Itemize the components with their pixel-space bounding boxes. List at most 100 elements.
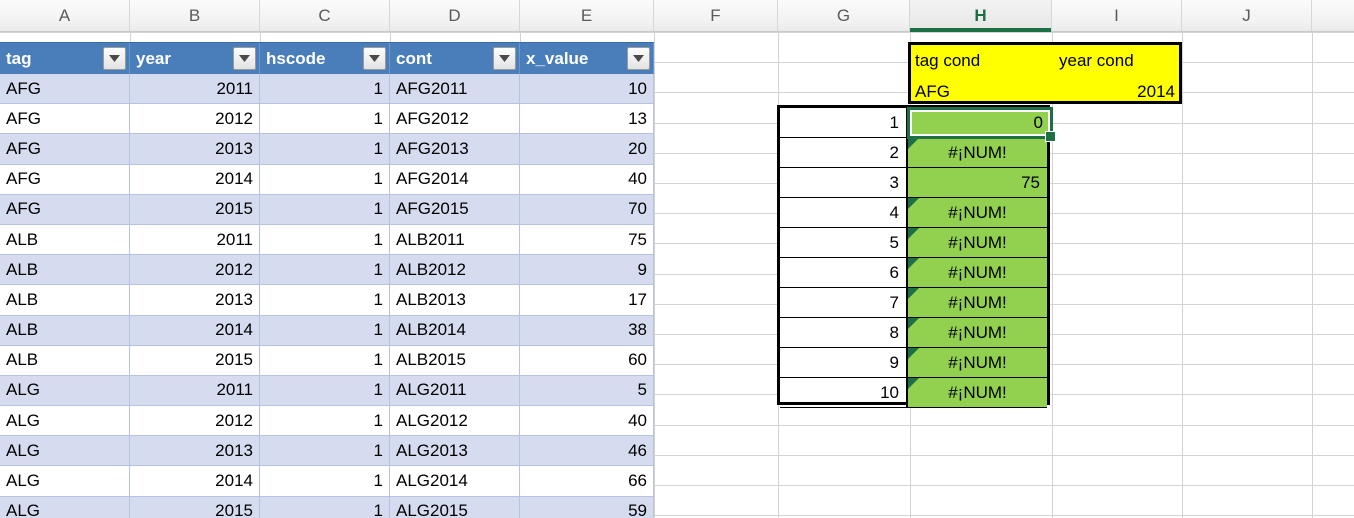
cell-hscode[interactable]: 1 [260, 406, 390, 437]
table-row[interactable]: ALB 2011 1 ALB2011 75 [0, 224, 654, 256]
cell-hscode[interactable]: 1 [260, 436, 390, 467]
cell-year[interactable]: 2013 [130, 285, 260, 316]
cell-hscode[interactable]: 1 [260, 224, 390, 256]
cell-year[interactable]: 2013 [130, 436, 260, 467]
table-row[interactable]: ALG 2014 1 ALG2014 66 [0, 466, 654, 497]
cell-hscode[interactable]: 1 [260, 345, 390, 376]
column-header-i[interactable]: I [1052, 0, 1182, 31]
calc-result-cell-error[interactable]: #¡NUM! [908, 228, 1047, 258]
column-header-j[interactable]: J [1182, 0, 1312, 31]
cell-x_value[interactable]: 60 [520, 345, 654, 376]
cell-tag[interactable]: ALG [0, 375, 130, 407]
column-header-g[interactable]: G [778, 0, 910, 31]
column-header-e[interactable]: E [520, 0, 654, 31]
cell-tag[interactable]: ALG [0, 406, 130, 437]
table-row[interactable]: AFG 2012 1 AFG2012 13 [0, 104, 654, 135]
cell-year[interactable]: 2012 [130, 406, 260, 437]
cell-year[interactable]: 2011 [130, 224, 260, 256]
cell-year[interactable]: 2013 [130, 134, 260, 165]
cell-cont[interactable]: ALG2011 [390, 375, 520, 407]
cell-year[interactable]: 2014 [130, 164, 260, 195]
cell-tag[interactable]: ALB [0, 345, 130, 376]
cell-x_value[interactable]: 40 [520, 164, 654, 195]
filter-dropdown-icon[interactable] [233, 47, 256, 70]
cell-tag[interactable]: ALG [0, 466, 130, 497]
cell-year[interactable]: 2012 [130, 255, 260, 286]
cell-year[interactable]: 2014 [130, 466, 260, 497]
table-row[interactable]: ALG 2011 1 ALG2011 5 [0, 375, 654, 407]
condition-block[interactable]: tag cond year cond AFG 2014 [908, 42, 1182, 104]
table-row[interactable]: ALB 2012 1 ALB2012 9 [0, 255, 654, 286]
cell-year[interactable]: 2012 [130, 104, 260, 135]
cell-cont[interactable]: ALB2015 [390, 345, 520, 376]
cell-tag[interactable]: ALB [0, 315, 130, 346]
table-row[interactable]: AFG 2013 1 AFG2013 20 [0, 134, 654, 165]
cell-x_value[interactable]: 13 [520, 104, 654, 135]
filter-dropdown-icon[interactable] [363, 47, 386, 70]
calc-index-cell[interactable]: 5 [780, 228, 908, 258]
cell-cont[interactable]: ALG2014 [390, 466, 520, 497]
cell-tag[interactable]: AFG [0, 104, 130, 135]
calc-result-cell-error[interactable]: #¡NUM! [908, 138, 1047, 168]
cell-x_value[interactable]: 9 [520, 255, 654, 286]
cell-x_value[interactable]: 70 [520, 194, 654, 225]
cell-tag[interactable]: ALG [0, 496, 130, 518]
filter-dropdown-icon[interactable] [627, 47, 650, 70]
cell-cont[interactable]: AFG2011 [390, 74, 520, 105]
filter-dropdown-icon[interactable] [103, 47, 126, 70]
cell-year[interactable]: 2015 [130, 345, 260, 376]
cell-tag[interactable]: AFG [0, 164, 130, 195]
cell-cont[interactable]: ALB2014 [390, 315, 520, 346]
calc-result-cell-error[interactable]: #¡NUM! [908, 348, 1047, 378]
cell-tag[interactable]: ALB [0, 224, 130, 256]
calc-result-cell[interactable]: 75 [908, 168, 1047, 198]
cell-hscode[interactable]: 1 [260, 496, 390, 518]
calc-result-cell-error[interactable]: #¡NUM! [908, 198, 1047, 228]
calc-index-cell[interactable]: 3 [780, 168, 908, 198]
cell-tag[interactable]: AFG [0, 134, 130, 165]
table-row[interactable]: ALG 2015 1 ALG2015 59 [0, 496, 654, 518]
cell-year[interactable]: 2014 [130, 315, 260, 346]
cell-tag[interactable]: AFG [0, 194, 130, 225]
cell-cont[interactable]: ALB2011 [390, 224, 520, 256]
year-cond-value[interactable]: 2014 [1055, 76, 1179, 107]
calc-index-cell[interactable]: 7 [780, 288, 908, 318]
cell-cont[interactable]: ALG2015 [390, 496, 520, 518]
calc-index-cell[interactable]: 9 [780, 348, 908, 378]
cell-hscode[interactable]: 1 [260, 194, 390, 225]
calc-index-cell[interactable]: 6 [780, 258, 908, 288]
cell-tag[interactable]: ALG [0, 436, 130, 467]
cell-cont[interactable]: AFG2013 [390, 134, 520, 165]
column-header-b[interactable]: B [130, 0, 260, 31]
table-row[interactable]: ALG 2012 1 ALG2012 40 [0, 406, 654, 437]
column-header-d[interactable]: D [390, 0, 520, 31]
cell-x_value[interactable]: 46 [520, 436, 654, 467]
cell-year[interactable]: 2015 [130, 194, 260, 225]
filter-dropdown-icon[interactable] [493, 47, 516, 70]
cell-cont[interactable]: ALG2012 [390, 406, 520, 437]
calc-index-cell[interactable]: 4 [780, 198, 908, 228]
table-row[interactable]: AFG 2015 1 AFG2015 70 [0, 194, 654, 225]
cell-year[interactable]: 2015 [130, 496, 260, 518]
cell-x_value[interactable]: 5 [520, 375, 654, 407]
column-header-f[interactable]: F [654, 0, 778, 31]
table-row[interactable]: ALB 2014 1 ALB2014 38 [0, 315, 654, 346]
selected-cell[interactable]: 0 [907, 107, 1056, 142]
cell-x_value[interactable]: 59 [520, 496, 654, 518]
calc-index-cell[interactable]: 8 [780, 318, 908, 348]
cell-tag[interactable]: ALB [0, 255, 130, 286]
table-row[interactable]: AFG 2014 1 AFG2014 40 [0, 164, 654, 195]
cell-x_value[interactable]: 20 [520, 134, 654, 165]
cell-hscode[interactable]: 1 [260, 315, 390, 346]
cell-cont[interactable]: AFG2012 [390, 104, 520, 135]
calc-index-cell[interactable]: 2 [780, 138, 908, 168]
calc-result-cell-error[interactable]: #¡NUM! [908, 378, 1047, 408]
cell-hscode[interactable]: 1 [260, 164, 390, 195]
cell-x_value[interactable]: 66 [520, 466, 654, 497]
column-header-h[interactable]: H [910, 0, 1052, 32]
cell-cont[interactable]: ALB2012 [390, 255, 520, 286]
column-header-a[interactable]: A [0, 0, 130, 31]
cell-hscode[interactable]: 1 [260, 255, 390, 286]
cell-hscode[interactable]: 1 [260, 285, 390, 316]
cell-x_value[interactable]: 10 [520, 74, 654, 105]
